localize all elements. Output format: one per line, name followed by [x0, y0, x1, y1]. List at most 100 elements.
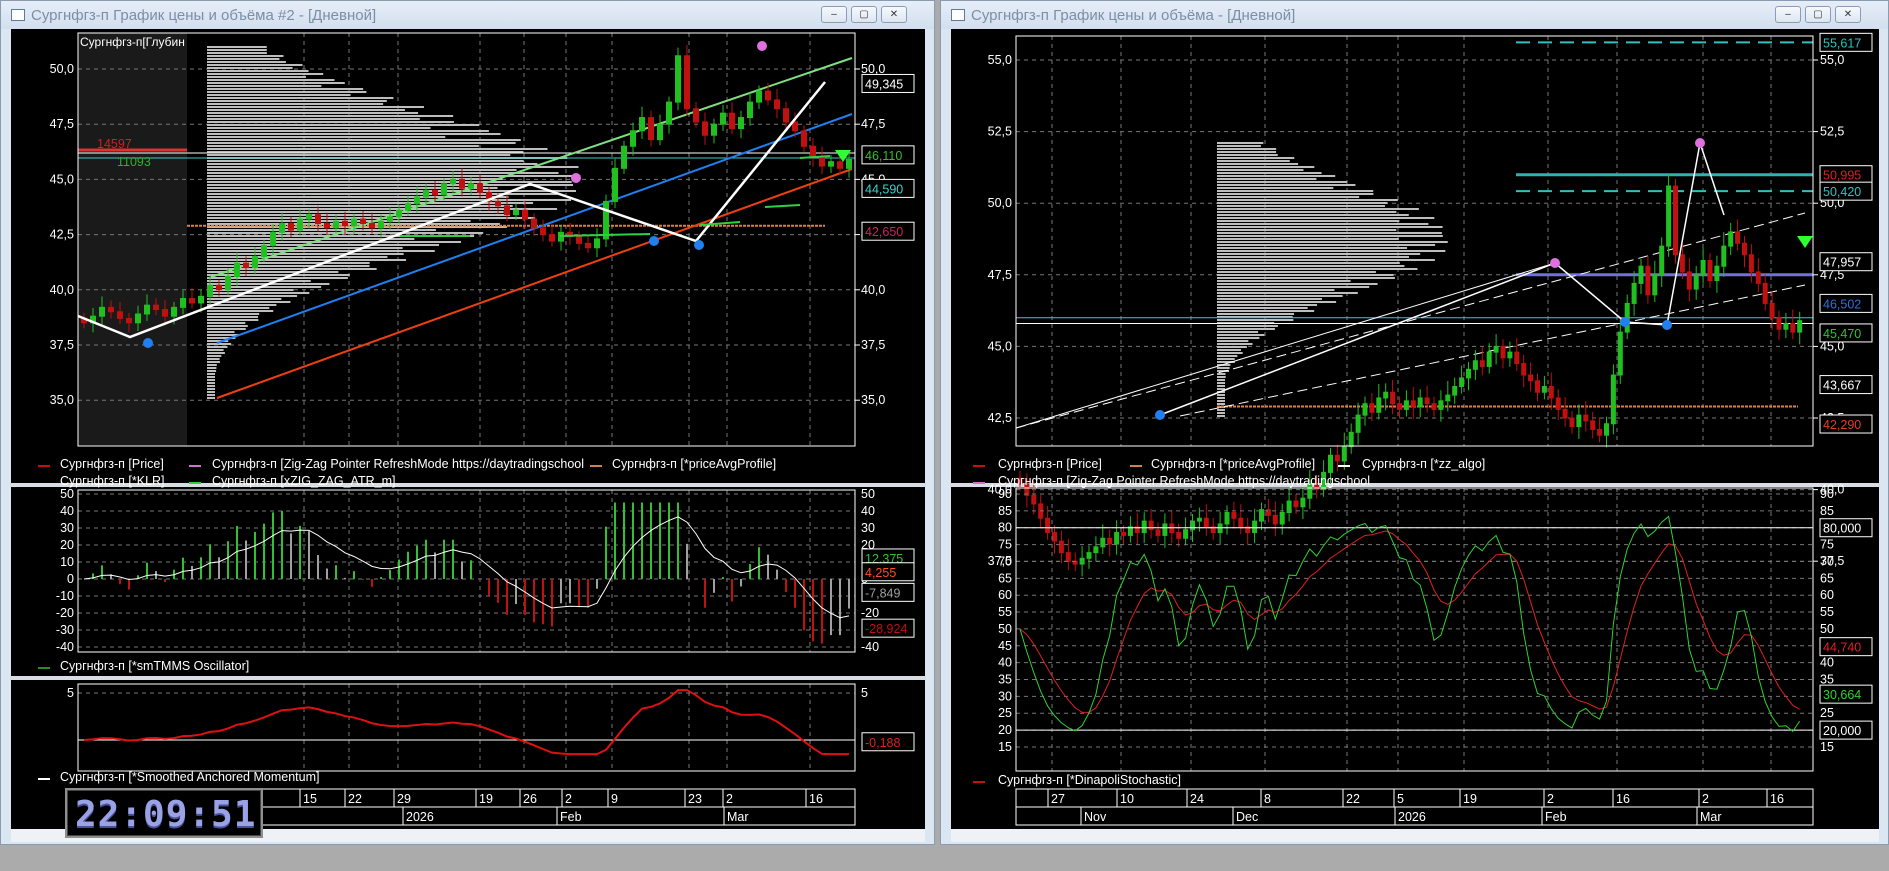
y-axis-tick-label: 90: [1820, 487, 1834, 501]
volume-profile-bar: [207, 55, 284, 57]
volume-profile-bar: [207, 319, 259, 321]
y-axis-tick-label: 50: [1820, 622, 1834, 636]
volume-profile-bar: [207, 256, 388, 258]
y-axis-tick-label: 35,0: [50, 393, 74, 407]
candle-body: [666, 101, 672, 125]
candle-body: [1459, 377, 1465, 387]
volume-profile-bar: [1217, 148, 1277, 150]
candle-body: [1196, 517, 1202, 522]
volume-profile-bar: [1217, 325, 1278, 327]
volume-profile-bar: [1217, 265, 1405, 267]
legend-swatch: [38, 667, 50, 669]
candle-body: [1783, 322, 1789, 330]
candle-body: [747, 101, 753, 119]
y-axis-tick-label: 30: [60, 521, 74, 535]
candle-body: [702, 121, 708, 136]
candle-body: [711, 123, 717, 136]
zigzag-pointer-dot: [649, 236, 659, 246]
volume-profile-bar: [207, 280, 311, 282]
candle-body: [1555, 397, 1561, 410]
value-tag: -28,924: [865, 622, 907, 636]
candle-body: [1031, 494, 1037, 505]
time-axis-day-label: 10: [1120, 792, 1134, 806]
legend-swatch: [189, 482, 201, 484]
candle-body: [297, 218, 303, 231]
candle-body: [99, 306, 105, 317]
value-tag: 42,650: [865, 225, 903, 239]
candle-body: [1183, 529, 1189, 539]
candle-body: [1762, 282, 1768, 304]
candle-body: [459, 178, 465, 189]
candle-body: [576, 236, 582, 244]
time-axis-day-label: 19: [479, 792, 493, 806]
y-axis-tick-label: 25: [998, 706, 1012, 720]
volume-profile-bar: [1217, 229, 1397, 231]
volume-profile-bar: [1217, 262, 1400, 264]
volume-profile-bar: [207, 298, 282, 300]
volume-profile-bar: [207, 64, 303, 66]
candle-body: [1107, 537, 1113, 545]
volume-profile-bar: [1217, 256, 1409, 258]
volume-profile-bar: [207, 160, 524, 162]
volume-profile-bar: [1217, 220, 1400, 222]
volume-profile-bar: [1217, 349, 1241, 351]
volume-profile-bar: [207, 163, 538, 165]
volume-profile-bar: [1217, 304, 1318, 306]
volume-profile-bar: [1217, 343, 1253, 345]
candle-body: [1507, 351, 1513, 359]
volume-profile-bar: [207, 88, 364, 90]
candle-body: [1424, 397, 1430, 405]
candle-body: [1114, 532, 1120, 545]
volume-profile-bar: [1217, 283, 1378, 285]
volume-profile-bar: [1217, 379, 1225, 381]
volume-profile-bar: [1217, 328, 1275, 330]
time-axis-day-label: 22: [348, 792, 362, 806]
candle-body: [369, 222, 375, 229]
plot-frame: [77, 489, 856, 653]
candle-body: [1093, 546, 1099, 554]
volume-profile-bar: [207, 334, 239, 336]
volume-profile-bar: [1217, 196, 1360, 198]
volume-profile-bar: [1217, 202, 1388, 204]
depth-panel-label: Сургнфгз-п[Глубин: [80, 35, 185, 49]
volume-profile-bar: [207, 346, 228, 348]
volume-profile-bar: [1217, 223, 1429, 225]
candle-body: [1755, 271, 1761, 284]
volume-profile-bar: [207, 124, 480, 126]
candle-body: [414, 196, 420, 205]
y-axis-tick-label: 60: [1820, 588, 1834, 602]
candle-body: [675, 55, 681, 103]
volume-profile-bar: [207, 181, 572, 183]
volume-profile-bar: [207, 196, 509, 198]
y-axis-tick-label: -10: [56, 589, 74, 603]
volume-profile-bar: [207, 154, 511, 156]
candle-body: [522, 209, 528, 220]
volume-profile-bar: [1217, 250, 1446, 252]
volume-profile-bar: [1217, 292, 1358, 294]
candle-body: [1362, 403, 1368, 416]
candle-body: [1742, 242, 1747, 256]
volume-profile-bar: [207, 364, 217, 366]
candle-body: [1341, 446, 1347, 462]
y-axis-tick-label: 65: [1820, 571, 1834, 585]
candle-body: [477, 183, 483, 194]
candle-body: [729, 112, 735, 130]
y-axis-tick-label: 52,5: [988, 125, 1012, 139]
time-axis-day-label: 16: [1770, 792, 1784, 806]
candle-body: [396, 209, 402, 218]
volume-profile-bar: [207, 397, 215, 399]
plot-frame: [77, 32, 856, 447]
candle-body: [189, 298, 195, 304]
zigzag-pointer-dot: [1695, 138, 1705, 148]
candle-body: [1272, 514, 1278, 525]
time-axis-month-label: 2026: [406, 810, 434, 824]
candle-body: [693, 108, 699, 123]
candle-body: [1790, 322, 1796, 333]
volume-profile-bar: [207, 184, 574, 186]
volume-profile-bar: [207, 142, 516, 144]
volume-profile-bar: [207, 49, 267, 51]
volume-profile-bar: [1217, 172, 1322, 174]
y-axis-tick-label: 70: [1820, 554, 1834, 568]
legend-swatch: [973, 465, 985, 467]
y-axis-tick-label: 40: [861, 504, 875, 518]
